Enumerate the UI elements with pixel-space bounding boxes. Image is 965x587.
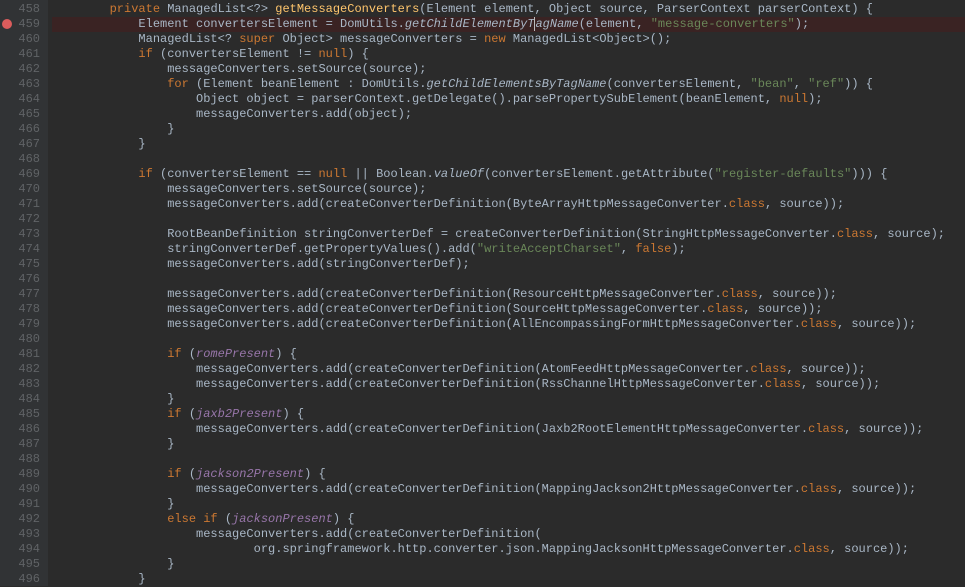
code-line[interactable]	[52, 272, 965, 287]
code-line[interactable]	[52, 332, 965, 347]
code-line[interactable]: messageConverters.add(createConverterDef…	[52, 302, 965, 317]
code-line[interactable]: messageConverters.add(createConverterDef…	[52, 287, 965, 302]
code-line[interactable]: }	[52, 572, 965, 587]
code-line[interactable]: private ManagedList<?> getMessageConvert…	[52, 2, 965, 17]
code-line[interactable]: }	[52, 392, 965, 407]
code-line[interactable]	[52, 452, 965, 467]
line-gutter[interactable]: 4584594604614624634644654664674684694704…	[0, 0, 48, 586]
code-line[interactable]: if (romePresent) {	[52, 347, 965, 362]
code-line[interactable]: }	[52, 497, 965, 512]
code-line[interactable]: messageConverters.add(createConverterDef…	[52, 317, 965, 332]
code-line[interactable]: Object object = parserContext.getDelegat…	[52, 92, 965, 107]
code-line[interactable]: else if (jacksonPresent) {	[52, 512, 965, 527]
breakpoint-icon[interactable]	[2, 19, 12, 29]
code-line[interactable]: }	[52, 137, 965, 152]
code-line[interactable]: messageConverters.add(createConverterDef…	[52, 527, 965, 542]
code-line[interactable]: if (convertersElement != null) {	[52, 47, 965, 62]
code-line[interactable]: messageConverters.add(createConverterDef…	[52, 362, 965, 377]
code-line[interactable]	[52, 212, 965, 227]
code-line[interactable]: Element convertersElement = DomUtils.get…	[52, 17, 965, 32]
code-line[interactable]: }	[52, 122, 965, 137]
code-line[interactable]: if (convertersElement == null || Boolean…	[52, 167, 965, 182]
code-line[interactable]: stringConverterDef.getPropertyValues().a…	[52, 242, 965, 257]
code-line[interactable]: messageConverters.add(object);	[52, 107, 965, 122]
code-line[interactable]: messageConverters.setSource(source);	[52, 62, 965, 77]
code-line[interactable]: messageConverters.add(createConverterDef…	[52, 377, 965, 392]
code-line[interactable]: }	[52, 557, 965, 572]
code-line[interactable]: }	[52, 437, 965, 452]
code-editor[interactable]: 4584594604614624634644654664674684694704…	[0, 0, 965, 586]
code-line[interactable]: messageConverters.add(stringConverterDef…	[52, 257, 965, 272]
breakpoint-column[interactable]	[0, 0, 14, 586]
code-line[interactable]: messageConverters.add(createConverterDef…	[52, 422, 965, 437]
code-line[interactable]: if (jackson2Present) {	[52, 467, 965, 482]
code-line[interactable]: messageConverters.add(createConverterDef…	[52, 482, 965, 497]
code-line[interactable]: org.springframework.http.converter.json.…	[52, 542, 965, 557]
code-area[interactable]: private ManagedList<?> getMessageConvert…	[48, 0, 965, 586]
code-line[interactable]: messageConverters.add(createConverterDef…	[52, 197, 965, 212]
code-line[interactable]: if (jaxb2Present) {	[52, 407, 965, 422]
code-line[interactable]: for (Element beanElement : DomUtils.getC…	[52, 77, 965, 92]
code-line[interactable]: ManagedList<? super Object> messageConve…	[52, 32, 965, 47]
code-line[interactable]: messageConverters.setSource(source);	[52, 182, 965, 197]
code-line[interactable]	[52, 152, 965, 167]
code-line[interactable]: RootBeanDefinition stringConverterDef = …	[52, 227, 965, 242]
